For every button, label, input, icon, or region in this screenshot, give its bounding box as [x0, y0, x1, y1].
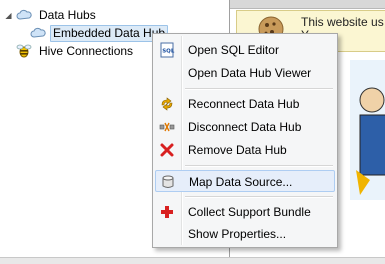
support-cross-icon	[161, 206, 173, 218]
svg-text:SQL: SQL	[162, 49, 175, 55]
menu-separator	[185, 196, 333, 198]
datasource-cylinder-icon	[162, 175, 174, 188]
notice-line-1: This website us	[301, 15, 384, 29]
menu-label: Show Properties...	[188, 227, 287, 241]
tree-label-embedded-data-hub: Embedded Data Hub	[50, 24, 169, 42]
menu-separator	[185, 165, 333, 167]
menu-label: Remove Data Hub	[188, 143, 287, 157]
menu-label: Open SQL Editor	[188, 43, 279, 57]
menu-item-collect-support-bundle[interactable]: Collect Support Bundle	[155, 201, 335, 223]
tree-label-hive-connections: Hive Connections	[39, 43, 134, 58]
menu-label: Open Data Hub Viewer	[188, 66, 312, 80]
tree-node-embedded-data-hub[interactable]: Embedded Data Hub	[30, 24, 169, 42]
tree-node-hive-connections[interactable]: Hive Connections	[16, 42, 136, 60]
menu-separator	[185, 88, 333, 90]
menu-item-remove-data-hub[interactable]: Remove Data Hub	[155, 139, 335, 161]
menu-item-open-sql-editor[interactable]: SQL Open SQL Editor	[155, 39, 335, 61]
tree-node-data-hubs[interactable]: ◢ Data Hubs	[4, 6, 99, 24]
menu-item-reconnect-data-hub[interactable]: Reconnect Data Hub	[155, 93, 335, 115]
cloud-icon	[30, 27, 46, 38]
cloud-icon	[16, 9, 32, 20]
context-menu: SQL Open SQL Editor Open Data Hub Viewer…	[152, 33, 338, 248]
menu-item-disconnect-data-hub[interactable]: Disconnect Data Hub	[155, 116, 335, 138]
sql-editor-icon: SQL	[160, 42, 175, 58]
menu-label: Disconnect Data Hub	[188, 120, 302, 134]
menu-label: Reconnect Data Hub	[188, 97, 300, 111]
collapse-icon[interactable]: ◢	[4, 11, 13, 20]
status-strip	[0, 257, 385, 264]
reconnect-icon	[161, 97, 173, 111]
cartoon-figure-image	[350, 60, 385, 200]
menu-label: Collect Support Bundle	[188, 205, 311, 219]
disconnect-icon	[159, 122, 175, 132]
hive-bee-icon	[16, 44, 32, 58]
pane-tab-bar	[230, 0, 385, 9]
menu-item-show-properties[interactable]: Show Properties...	[155, 223, 335, 245]
menu-label: Map Data Source...	[189, 175, 293, 189]
menu-item-map-data-source[interactable]: Map Data Source...	[155, 170, 335, 192]
menu-item-open-data-hub-viewer[interactable]: Open Data Hub Viewer	[155, 62, 335, 84]
remove-icon	[160, 143, 174, 157]
tree-label-data-hubs: Data Hubs	[39, 7, 96, 22]
